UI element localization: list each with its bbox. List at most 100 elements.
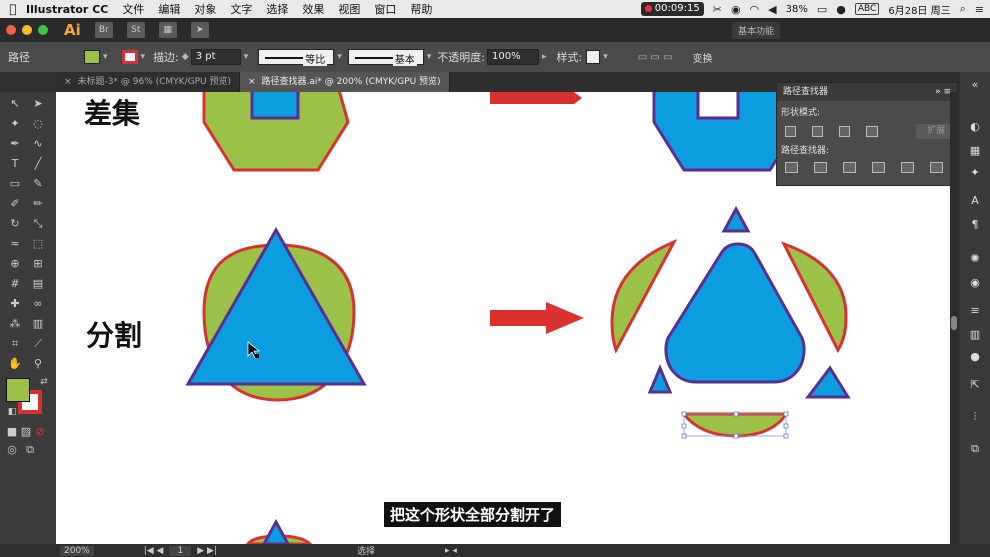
menu-view[interactable]: 视图 [338, 1, 360, 17]
eye-icon[interactable]: ◉ [731, 3, 741, 16]
lasso-icon[interactable]: ◌ [30, 116, 46, 132]
graphic-style-swatch[interactable] [586, 50, 601, 64]
artboard-tool-icon[interactable]: ⌗ [7, 336, 23, 352]
chevron-down-icon[interactable]: ▾ [603, 52, 608, 62]
menu-window[interactable]: 窗口 [374, 1, 396, 17]
column-graph-icon[interactable]: ▥ [30, 316, 46, 332]
magic-wand-icon[interactable]: ✦ [7, 116, 23, 132]
battery-level[interactable]: 38% [786, 4, 808, 15]
none-mode-icon[interactable]: ⊘ [32, 424, 48, 440]
artboard-next-icon[interactable]: ▶ ▶| [197, 546, 217, 556]
paintbrush-icon[interactable]: ✎ [30, 176, 46, 192]
artboard-number[interactable]: 1 [169, 545, 192, 556]
close-icon[interactable] [6, 25, 16, 35]
fill-swatch[interactable] [84, 50, 100, 64]
align-panel-icon[interactable]: ⫶ [968, 410, 982, 424]
default-colors-icon[interactable]: ◧ [4, 404, 20, 420]
exclude-icon[interactable] [866, 126, 878, 137]
tab-pathfinder[interactable]: × 路径查找器.ai* @ 200% (CMYK/GPU 预览) [239, 72, 450, 92]
graphic-styles-icon[interactable]: ◉ [968, 276, 982, 290]
menu-select[interactable]: 选择 [266, 1, 288, 17]
blend-tool-icon[interactable]: ∞ [30, 296, 46, 312]
chevron-down-icon[interactable]: ▾ [244, 52, 249, 62]
clock-date[interactable]: 6月28日 周三 [888, 2, 950, 17]
curvature-tool-icon[interactable]: ∿ [30, 136, 46, 152]
scale-tool-icon[interactable]: ⤡ [30, 216, 46, 232]
artboard-nav-icon[interactable]: |◀ ◀ [144, 546, 164, 556]
outline-icon[interactable] [901, 162, 914, 173]
eyedropper-icon[interactable]: ✚ [7, 296, 23, 312]
gradient-panel-icon[interactable]: ▥ [968, 328, 982, 342]
wifi-icon[interactable]: ◠ [750, 3, 760, 16]
layers-panel-icon[interactable]: ⧉ [968, 442, 982, 456]
direct-selection-tool-icon[interactable]: ➤ [30, 96, 46, 112]
brushes-panel-icon[interactable]: ✦ [968, 166, 982, 180]
shaper-tool-icon[interactable]: ✐ [7, 196, 23, 212]
paragraph-panel-icon[interactable]: ¶ [968, 218, 982, 232]
chevron-down-icon[interactable]: ▾ [337, 52, 342, 62]
menu-file[interactable]: 文件 [122, 1, 144, 17]
menu-help[interactable]: 帮助 [410, 1, 432, 17]
scroll-thumb[interactable] [951, 316, 957, 330]
minus-front-original[interactable] [202, 92, 350, 172]
stroke-swatch[interactable] [121, 50, 138, 64]
opacity-label[interactable]: 不透明度: [437, 49, 485, 65]
close-tab-icon[interactable]: × [248, 77, 256, 87]
trim-icon[interactable] [814, 162, 827, 173]
slice-tool-icon[interactable]: ⟋ [30, 336, 46, 352]
crop-icon[interactable] [872, 162, 885, 173]
mesh-tool-icon[interactable]: # [7, 276, 23, 292]
swap-colors-icon[interactable]: ⇄ [36, 374, 52, 390]
chevron-right-icon[interactable]: ▸ [542, 52, 547, 62]
zoom-tool-icon[interactable]: ⚲ [30, 356, 46, 372]
merge-icon[interactable] [843, 162, 856, 173]
menu-type[interactable]: 文字 [230, 1, 252, 17]
character-panel-icon[interactable]: A [968, 194, 982, 208]
recording-indicator[interactable]: 00:09:15 [640, 2, 704, 16]
pen-tool-icon[interactable]: ✒ [7, 136, 23, 152]
workspace-switcher[interactable]: 基本功能 [731, 22, 780, 39]
minus-front-icon[interactable] [812, 126, 824, 137]
stock-icon[interactable]: St [126, 22, 145, 38]
align-icons[interactable]: ▭ ▭ ▭ [638, 52, 673, 63]
apple-menu-icon[interactable]:  [0, 2, 26, 16]
opacity-field[interactable]: 100% [487, 49, 540, 65]
color-panel-icon[interactable]: ◐ [968, 120, 982, 134]
app-name-menu[interactable]: Illustrator CC [26, 3, 108, 16]
swatches-panel-icon[interactable]: ▦ [968, 144, 982, 158]
width-tool-icon[interactable]: ≈ [7, 236, 23, 252]
divide-original[interactable] [185, 226, 367, 402]
zoom-level[interactable]: 200% [60, 545, 94, 556]
screen-mode-icon[interactable]: ⧉ [22, 442, 38, 458]
gradient-tool-icon[interactable]: ▤ [30, 276, 46, 292]
stepper-icon[interactable]: ◆ [182, 52, 189, 62]
hand-tool-icon[interactable]: ✋ [7, 356, 23, 372]
type-tool-icon[interactable]: T [7, 156, 23, 172]
menu-object[interactable]: 对象 [194, 1, 216, 17]
divide-icon[interactable] [785, 162, 798, 173]
chevron-down-icon[interactable]: ▾ [427, 52, 432, 62]
line-tool-icon[interactable]: ╱ [30, 156, 46, 172]
selection-tool-icon[interactable]: ↖ [7, 96, 23, 112]
brush-definition[interactable]: 基本 [347, 49, 424, 66]
draw-mode-icon[interactable]: ◎ [4, 442, 20, 458]
collapse-dock-icon[interactable]: « [968, 78, 982, 92]
symbol-sprayer-icon[interactable]: ⁂ [7, 316, 23, 332]
minus-back-icon[interactable] [930, 162, 943, 173]
chevron-down-icon[interactable]: ▾ [103, 52, 108, 62]
stroke-panel-icon[interactable]: ≡ [968, 304, 982, 318]
pathfinder-tab[interactable]: 路径查找器 » ≡ [777, 83, 957, 101]
panel-menu-icon[interactable]: » ≡ [935, 83, 951, 101]
arrange-documents-icon[interactable]: ▦ [158, 22, 177, 38]
bridge-icon[interactable]: Br [94, 22, 113, 38]
transparency-panel-icon[interactable]: ● [968, 350, 982, 364]
volume-icon[interactable]: ◀ [768, 3, 776, 16]
tab-untitled-3[interactable]: × 未标题-3* @ 96% (CMYK/GPU 预览) [56, 72, 240, 92]
unite-icon[interactable] [785, 126, 797, 137]
user-icon[interactable]: ● [836, 3, 846, 16]
transform-link[interactable]: 变换 [693, 50, 713, 65]
zoom-icon[interactable] [38, 25, 48, 35]
perspective-grid-icon[interactable]: ⊞ [30, 256, 46, 272]
chevron-down-icon[interactable]: ▾ [141, 52, 146, 62]
pencil-tool-icon[interactable]: ✏ [30, 196, 46, 212]
